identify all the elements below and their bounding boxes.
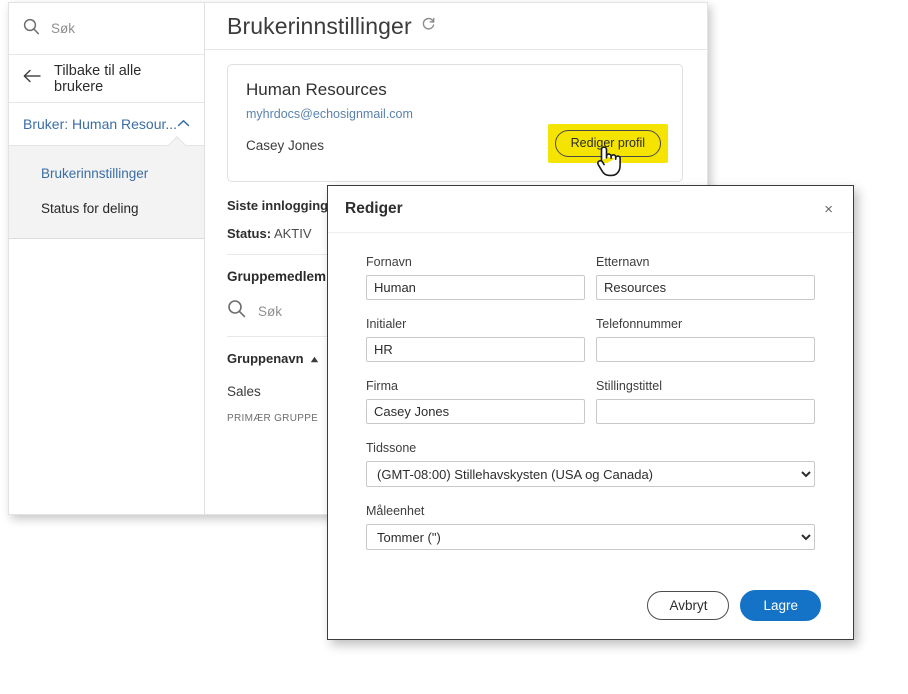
unit-field-row: Måleenhet Tommer (") xyxy=(366,504,815,550)
first-name-label: Fornavn xyxy=(366,255,412,269)
group-search-placeholder: Søk xyxy=(258,303,283,319)
edit-profile-button[interactable]: Rediger profil xyxy=(554,130,661,157)
edit-profile-highlight: Rediger profil xyxy=(547,124,668,163)
chevron-up-icon xyxy=(177,115,190,133)
last-name-label: Etternavn xyxy=(596,255,650,269)
sidebar-search-placeholder: Søk xyxy=(51,21,76,36)
sidebar: Søk Tilbake til alle brukere Bruker: Hum… xyxy=(9,3,205,514)
initials-field-group: Initialer xyxy=(366,317,585,362)
company-field-group: Firma xyxy=(366,379,585,424)
back-to-all-users-label: Tilbake til alle brukere xyxy=(54,62,142,95)
user-card-email[interactable]: myhrdocs@echosignmail.com xyxy=(246,107,664,121)
timezone-label: Tidssone xyxy=(366,441,417,455)
initials-input[interactable] xyxy=(366,337,585,362)
arrow-left-icon xyxy=(23,69,42,88)
page-header: Brukerinnstillinger xyxy=(205,3,707,50)
initials-label: Initialer xyxy=(366,317,407,331)
refresh-icon[interactable] xyxy=(421,16,436,36)
initials-phone-field-row: Initialer Telefonnummer xyxy=(366,317,815,362)
sidebar-item-label: Brukerinnstillinger xyxy=(41,166,149,181)
page-title: Brukerinnstillinger xyxy=(227,12,412,39)
back-to-all-users-link[interactable]: Tilbake til alle brukere xyxy=(9,55,204,103)
first-name-input[interactable] xyxy=(366,275,585,300)
unit-select[interactable]: Tommer (") xyxy=(366,524,815,550)
timezone-field-group: Tidssone (GMT-08:00) Stillehavskysten (U… xyxy=(366,441,815,487)
company-label: Firma xyxy=(366,379,398,393)
company-input[interactable] xyxy=(366,399,585,424)
unit-label: Måleenhet xyxy=(366,504,425,518)
sidebar-search[interactable]: Søk xyxy=(9,3,204,55)
sidebar-submenu: Brukerinnstillinger Status for deling xyxy=(9,145,204,239)
modal-footer: Avbryt Lagre xyxy=(328,577,853,639)
modal-body: Fornavn Etternavn Initialer Telefonnumme… xyxy=(328,233,853,577)
job-title-input[interactable] xyxy=(596,399,815,424)
unit-field-group: Måleenhet Tommer (") xyxy=(366,504,815,550)
search-icon xyxy=(23,18,40,40)
phone-label: Telefonnummer xyxy=(596,317,683,331)
phone-field-group: Telefonnummer xyxy=(596,317,815,362)
last-name-field-group: Etternavn xyxy=(596,255,815,300)
save-button[interactable]: Lagre xyxy=(740,589,821,621)
column-header-label: Gruppenavn xyxy=(227,351,304,366)
status-label: Status: xyxy=(227,226,272,241)
search-icon xyxy=(227,299,246,323)
sidebar-item-status-for-deling[interactable]: Status for deling xyxy=(9,191,204,226)
edit-profile-modal: Rediger × Fornavn Etternavn Initialer Te… xyxy=(327,185,854,640)
first-name-field-group: Fornavn xyxy=(366,255,585,300)
sidebar-item-brukerinnstillinger[interactable]: Brukerinnstillinger xyxy=(9,156,204,191)
name-field-row: Fornavn Etternavn xyxy=(366,255,815,300)
job-title-label: Stillingstittel xyxy=(596,379,662,393)
user-card-name: Human Resources xyxy=(246,80,387,99)
status-badge: AKTIV xyxy=(273,226,312,241)
sidebar-user-group-label: Bruker: Human Resour... xyxy=(23,116,177,132)
cancel-button[interactable]: Avbryt xyxy=(647,590,730,620)
company-title-field-row: Firma Stillingstittel xyxy=(366,379,815,424)
timezone-field-row: Tidssone (GMT-08:00) Stillehavskysten (U… xyxy=(366,441,815,487)
timezone-select[interactable]: (GMT-08:00) Stillehavskysten (USA og Can… xyxy=(366,461,815,487)
modal-title: Rediger xyxy=(345,200,403,217)
phone-input[interactable] xyxy=(596,337,815,362)
job-title-field-group: Stillingstittel xyxy=(596,379,815,424)
last-name-input[interactable] xyxy=(596,275,815,300)
user-profile-card: Human Resources myhrdocs@echosignmail.co… xyxy=(227,64,683,182)
sort-ascending-icon xyxy=(310,351,319,366)
last-login-label: Siste innlogging: xyxy=(227,198,333,213)
sidebar-item-label: Status for deling xyxy=(41,201,139,216)
close-icon[interactable]: × xyxy=(820,199,837,220)
modal-header: Rediger × xyxy=(328,186,853,233)
